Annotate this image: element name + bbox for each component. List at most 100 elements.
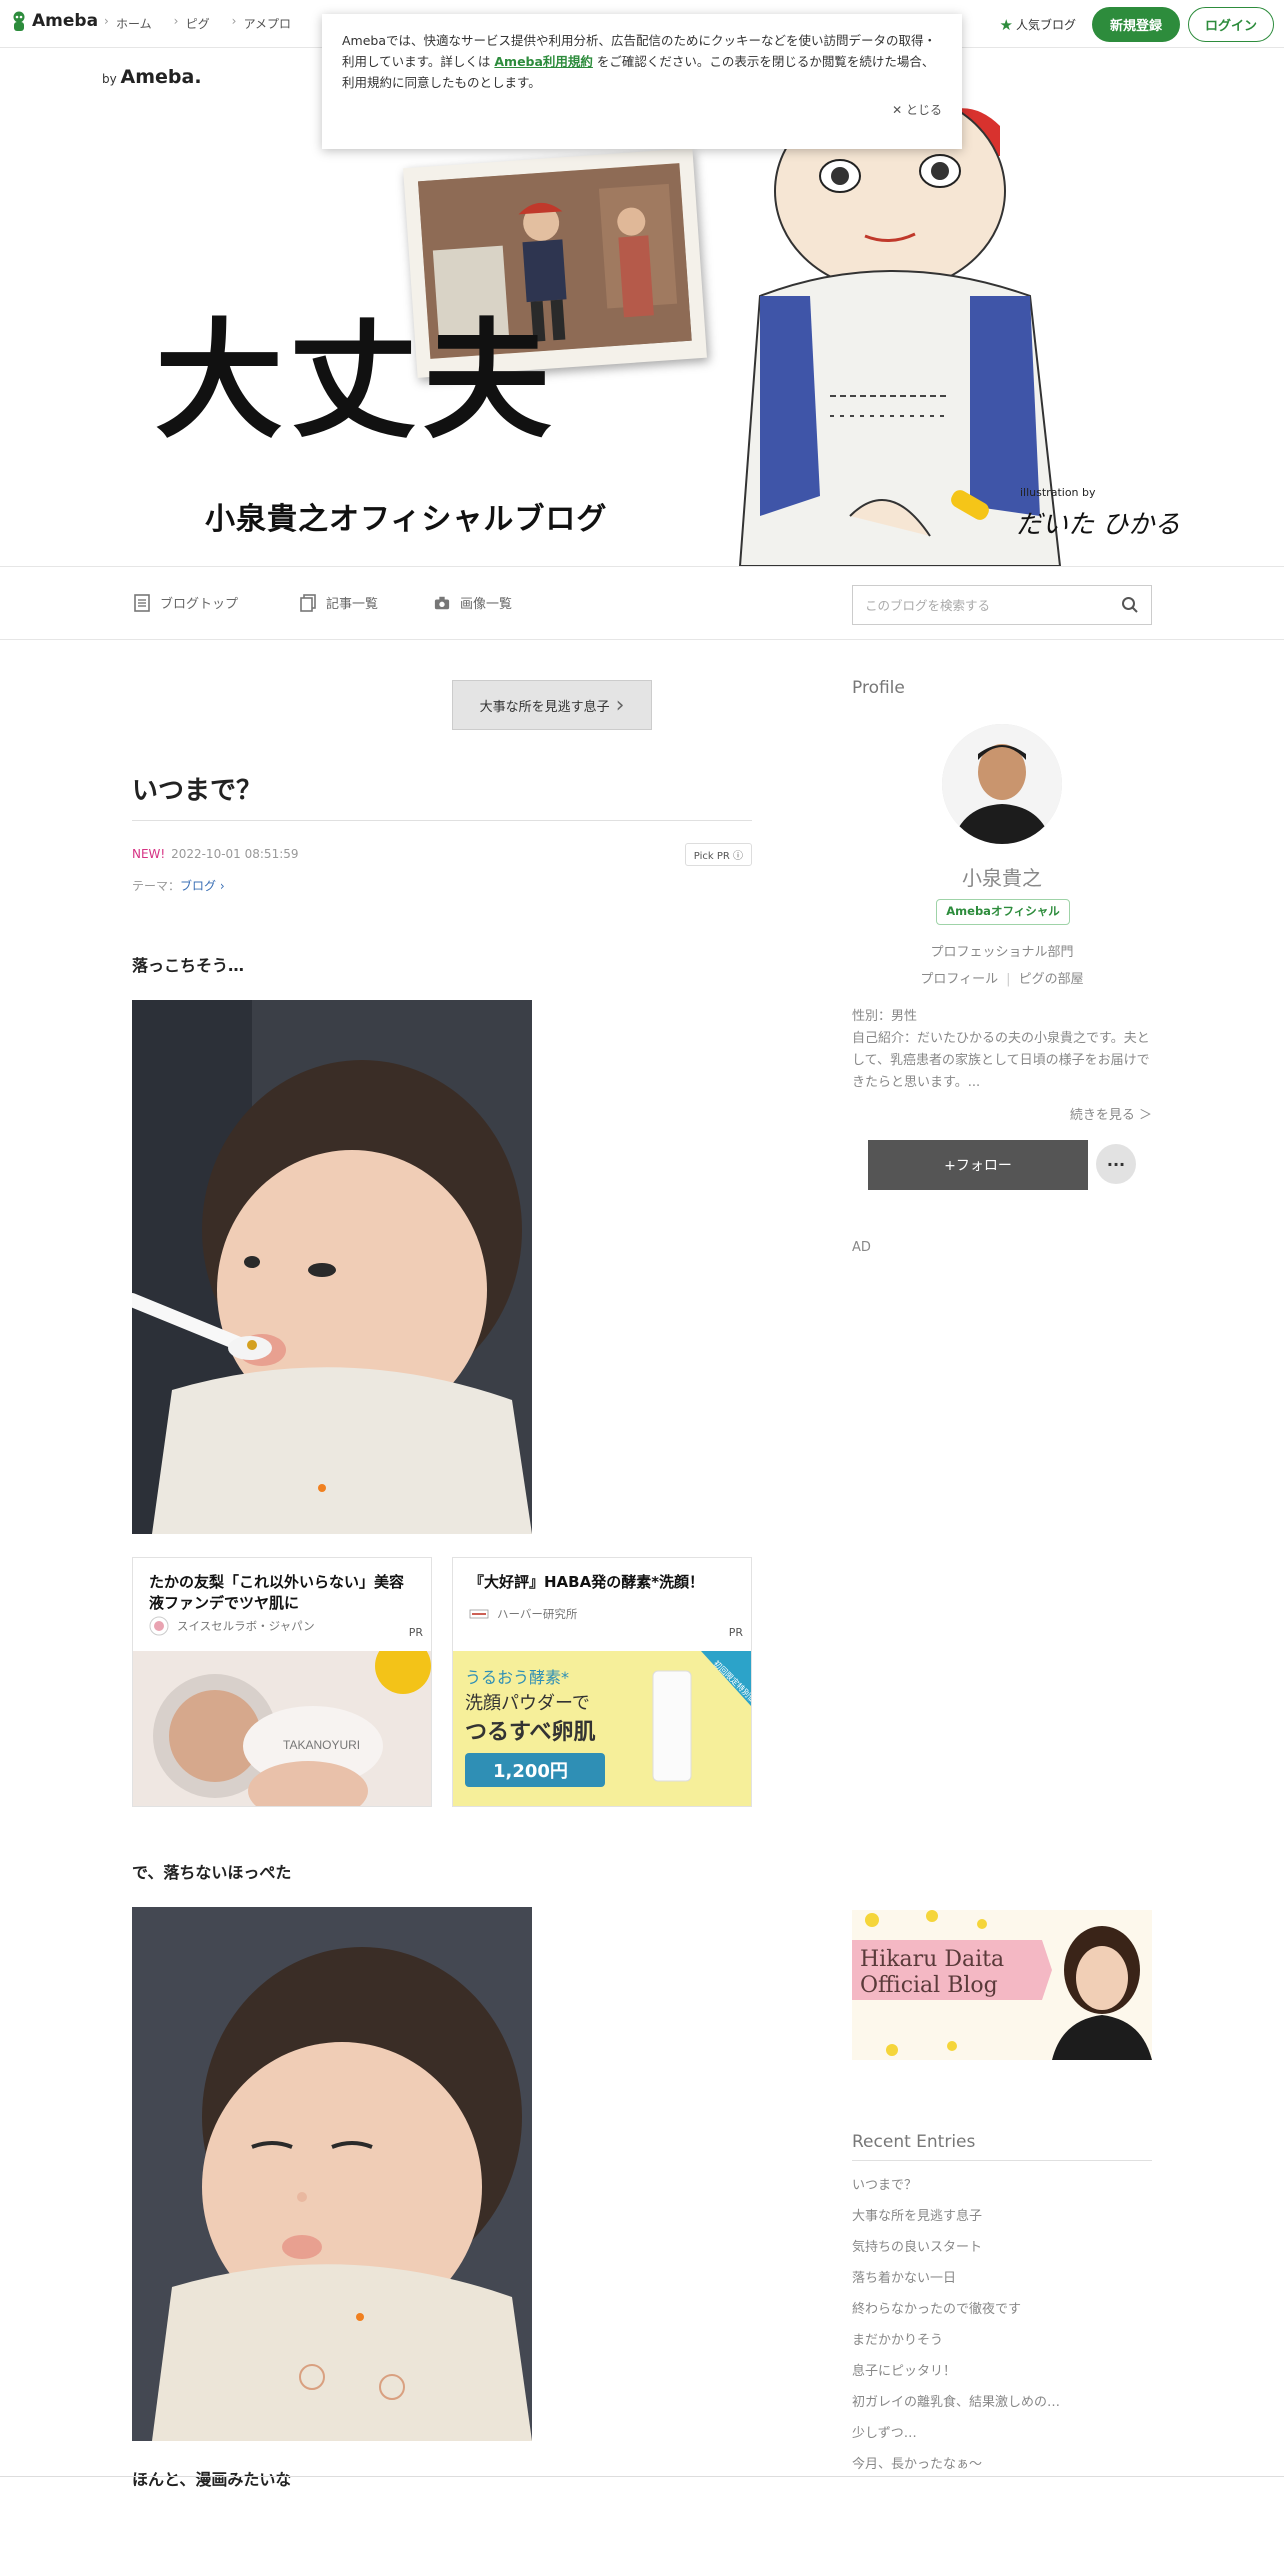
copy-pages-icon <box>300 593 316 612</box>
entry-photo[interactable] <box>132 1907 532 2441</box>
blog-search-input[interactable] <box>865 597 1121 613</box>
ad-source: ハーバー研究所 <box>469 1604 577 1624</box>
recent-entry-link[interactable]: まだかかりそう <box>852 2325 1152 2356</box>
entry-paragraph: 落っこちそう… <box>132 956 245 975</box>
ameba-logo[interactable]: Ameba <box>10 10 98 32</box>
recent-entry-link[interactable]: 終わらなかったので徹夜です <box>852 2294 1152 2325</box>
theme-link[interactable]: ブログ › <box>180 879 225 893</box>
title-divider <box>132 820 752 821</box>
recent-entry-link[interactable]: いつまで？ <box>852 2170 1152 2201</box>
ad-source: スイスセルラボ・ジャパン <box>149 1616 315 1636</box>
recent-entry-link[interactable]: 息子にピッタリ！ <box>852 2356 1152 2387</box>
nav-amepro[interactable]: アメプロ <box>232 14 291 32</box>
avatar[interactable] <box>942 724 1062 844</box>
banner-image: Hikaru Daita Official Blog <box>852 1910 1152 2060</box>
search-icon[interactable] <box>1121 596 1139 614</box>
profile-info: 性別：男性 自己紹介：だいたひかるの夫の小泉貴之です。夫として、乳癌患者の家族と… <box>852 1006 1152 1094</box>
banner-line2: Official Blog <box>860 1973 998 1998</box>
recent-entry-link[interactable]: 大事な所を見逃す息子 <box>852 2201 1152 2232</box>
new-badge: NEW! <box>132 847 166 861</box>
entry-photo[interactable] <box>132 1000 532 1534</box>
nav-entry-list-label: 記事一覧 <box>326 597 379 612</box>
ad-source-name: ハーバー研究所 <box>497 1607 578 1621</box>
ad-source-name: スイスセルラボ・ジャパン <box>177 1619 315 1633</box>
pr-label: PR <box>408 1626 423 1639</box>
illustrator-signature: だいた ひかる <box>1016 510 1181 540</box>
chevron-right-icon: › <box>615 692 625 718</box>
recent-entry-link[interactable]: 少しずつ… <box>852 2418 1152 2449</box>
entry-title: いつまで？ <box>132 776 263 806</box>
more-options-button[interactable]: ··· <box>1096 1144 1136 1184</box>
ad-card[interactable]: 『大好評』HABA発の酵素*洗顔！ ハーバー研究所 PR 初回限定特別価格! う… <box>452 1557 752 1807</box>
bottom-divider <box>0 2476 1284 2477</box>
profile-gender: 性別：男性 <box>852 1009 918 1024</box>
illustration-credit: illustration by <box>1020 486 1096 499</box>
ad-card[interactable]: たかの友梨「これ以外いらない」美容液ファンデでツヤ肌に スイスセルラボ・ジャパン… <box>132 1557 432 1807</box>
header-actions: ★ 人気ブログ 新規登録 ログイン <box>1000 7 1274 42</box>
document-icon <box>134 593 150 612</box>
profile-name[interactable]: 小泉貴之 <box>852 862 1152 891</box>
recent-entry-link[interactable]: 初ガレイの離乳食、結果激しめの… <box>852 2387 1152 2418</box>
profile-department: プロフェッショナル部門 <box>930 945 1074 960</box>
blog-search <box>852 585 1152 625</box>
nav-pig[interactable]: ピグ <box>174 14 210 32</box>
banner-line1: Hikaru Daita <box>860 1947 1004 1972</box>
nav-blog-top[interactable]: ブログトップ <box>134 593 238 612</box>
cookie-banner: Amebaでは、快適なサービス提供や利用分析、広告配信のためにクッキーなどを使い… <box>322 14 962 149</box>
recent-entries-heading: Recent Entries <box>852 2132 1152 2161</box>
profile-link[interactable]: プロフィール <box>920 972 998 987</box>
popular-blog-label: 人気ブログ <box>1015 18 1076 32</box>
blog-nav: ブログトップ 記事一覧 画像一覧 <box>0 566 1284 640</box>
pick-pr-button[interactable]: Pick PR ⓘ <box>684 843 752 866</box>
pig-room-link[interactable]: ピグの部屋 <box>1019 972 1084 987</box>
ad-title: 『大好評』HABA発の酵素*洗顔！ <box>469 1573 705 1591</box>
haba-cleanser-image: 初回限定特別価格! うるおう酵素* 洗顔パウダーで つるすべ卵肌 1,200円 <box>453 1651 751 1806</box>
ad-title: たかの友梨「これ以外いらない」美容液ファンデでツヤ肌に <box>149 1573 405 1612</box>
follow-button[interactable]: +フォロー <box>868 1140 1088 1190</box>
nav-image-list[interactable]: 画像一覧 <box>434 593 512 612</box>
entry-paragraph: で、落ちないほっぺた <box>132 1863 292 1882</box>
hikaru-daita-banner[interactable]: Hikaru Daita Official Blog <box>852 1910 1152 2060</box>
ad-image: 初回限定特別価格! うるおう酵素* 洗顔パウダーで つるすべ卵肌 1,200円 <box>453 1651 751 1806</box>
official-badge: Amebaオフィシャル <box>936 899 1070 925</box>
entry-date: 2022-10-01 08:51:59 <box>171 847 299 861</box>
ad-price: 1,200円 <box>493 1761 568 1782</box>
product-brand-text: TAKANOYURI <box>283 1738 360 1752</box>
profile-links: プロフィール | ピグの部屋 <box>852 968 1152 987</box>
entry-theme: テーマ：ブログ › <box>132 877 225 894</box>
terms-link[interactable]: Ameba利用規約 <box>494 54 593 69</box>
ad-image: TAKANOYURI <box>133 1651 431 1806</box>
ad-area: たかの友梨「これ以外いらない」美容液ファンデでツヤ肌に スイスセルラボ・ジャパン… <box>132 1557 752 1807</box>
cushion-foundation-image: TAKANOYURI <box>133 1651 431 1806</box>
entry-meta: NEW! 2022-10-01 08:51:59 <box>132 847 299 861</box>
global-nav: ホーム ピグ アメプロ <box>104 14 313 32</box>
nav-entry-list[interactable]: 記事一覧 <box>300 593 378 612</box>
camera-icon <box>434 596 450 609</box>
crown-star-icon: ★ <box>999 15 1013 34</box>
register-button[interactable]: 新規登録 <box>1091 7 1180 42</box>
advertiser-logo-icon <box>149 1616 169 1636</box>
ameba-mascot-icon <box>13 11 25 31</box>
pr-label: PR <box>728 1626 743 1639</box>
previous-entry-label: 大事な所を見逃す息子 <box>479 699 610 715</box>
ad-copy-line2: 洗顔パウダーで <box>465 1693 590 1714</box>
blog-subtitle: 小泉貴之オフィシャルブログ <box>205 502 608 537</box>
recent-entry-link[interactable]: 気持ちの良いスタート <box>852 2232 1152 2263</box>
nav-image-list-label: 画像一覧 <box>460 597 513 612</box>
blog-title: 大丈夫 <box>155 307 558 456</box>
recent-entry-link[interactable]: 落ち着かない一日 <box>852 2263 1152 2294</box>
profile-heading: Profile <box>852 678 905 698</box>
login-button[interactable]: ログイン <box>1187 7 1274 42</box>
cookie-close-button[interactable]: ✕ とじる <box>892 100 942 121</box>
ad-copy-line1: うるおう酵素* <box>465 1668 569 1687</box>
link-separator: | <box>1006 972 1011 987</box>
by-ameba-label: by Ameba. <box>102 66 202 88</box>
previous-entry-button[interactable]: 大事な所を見逃す息子 › <box>452 680 652 730</box>
profile-intro: 自己紹介：だいたひかるの夫の小泉貴之です。夫として、乳癌患者の家族として日頃の様… <box>852 1031 1150 1090</box>
read-more-link[interactable]: 続きを見る ＞ <box>1070 1104 1152 1123</box>
avatar-image <box>942 724 1062 844</box>
popular-blog-link[interactable]: ★ 人気ブログ <box>1000 16 1076 34</box>
entry-paragraph: ほんと、漫画みたいな <box>132 2470 292 2489</box>
nav-home[interactable]: ホーム <box>104 14 152 32</box>
ad-label: AD <box>852 1240 871 1255</box>
